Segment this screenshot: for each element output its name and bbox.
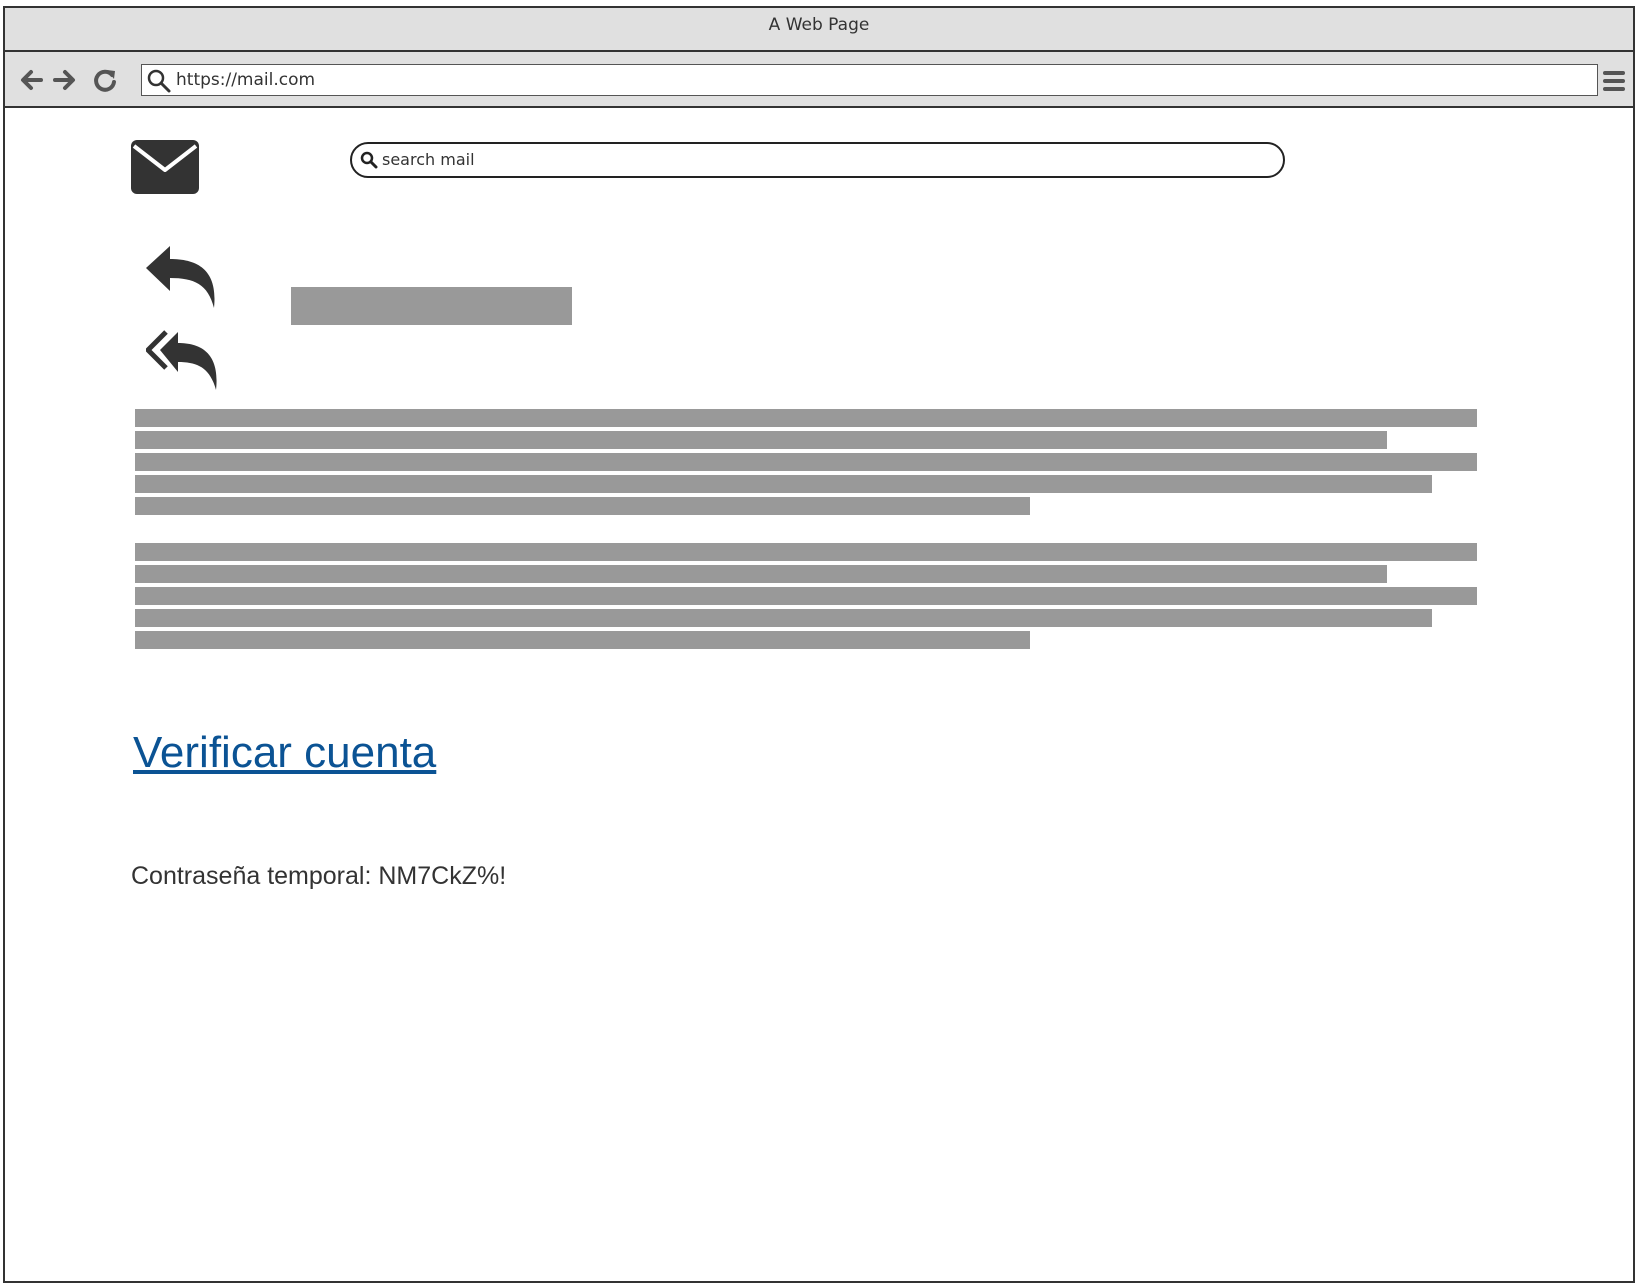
- browser-window: A Web Page https://mail.com search mail …: [3, 6, 1635, 1283]
- back-icon[interactable]: [17, 66, 45, 94]
- text-line: [135, 475, 1432, 493]
- text-line: [135, 565, 1387, 583]
- reply-icon[interactable]: [146, 246, 222, 308]
- subject-placeholder: [291, 287, 572, 325]
- text-line: [135, 409, 1477, 427]
- search-mail-input[interactable]: [382, 146, 1262, 172]
- reply-all-icon[interactable]: [146, 328, 222, 390]
- menu-icon[interactable]: [1601, 68, 1627, 94]
- verify-account-link[interactable]: Verificar cuenta: [133, 728, 436, 778]
- envelope-icon: [131, 140, 199, 194]
- text-line: [135, 497, 1030, 515]
- reload-icon[interactable]: [91, 66, 119, 94]
- text-line: [135, 543, 1477, 561]
- forward-icon[interactable]: [51, 66, 79, 94]
- browser-toolbar: https://mail.com: [5, 52, 1633, 108]
- text-line: [135, 609, 1432, 627]
- address-url: https://mail.com: [176, 70, 316, 90]
- search-icon: [147, 69, 171, 93]
- mail-content: Verificar cuenta Contraseña temporal: NM…: [5, 108, 1633, 1281]
- temporary-password-text: Contraseña temporal: NM7CkZ%!: [131, 862, 507, 890]
- window-titlebar: A Web Page: [5, 8, 1633, 52]
- text-line: [135, 453, 1477, 471]
- text-line: [135, 631, 1030, 649]
- text-line: [135, 587, 1477, 605]
- window-title: A Web Page: [768, 15, 870, 35]
- search-mail-box[interactable]: [350, 142, 1285, 178]
- text-line: [135, 431, 1387, 449]
- search-icon: [360, 151, 378, 169]
- address-bar[interactable]: https://mail.com: [141, 64, 1598, 96]
